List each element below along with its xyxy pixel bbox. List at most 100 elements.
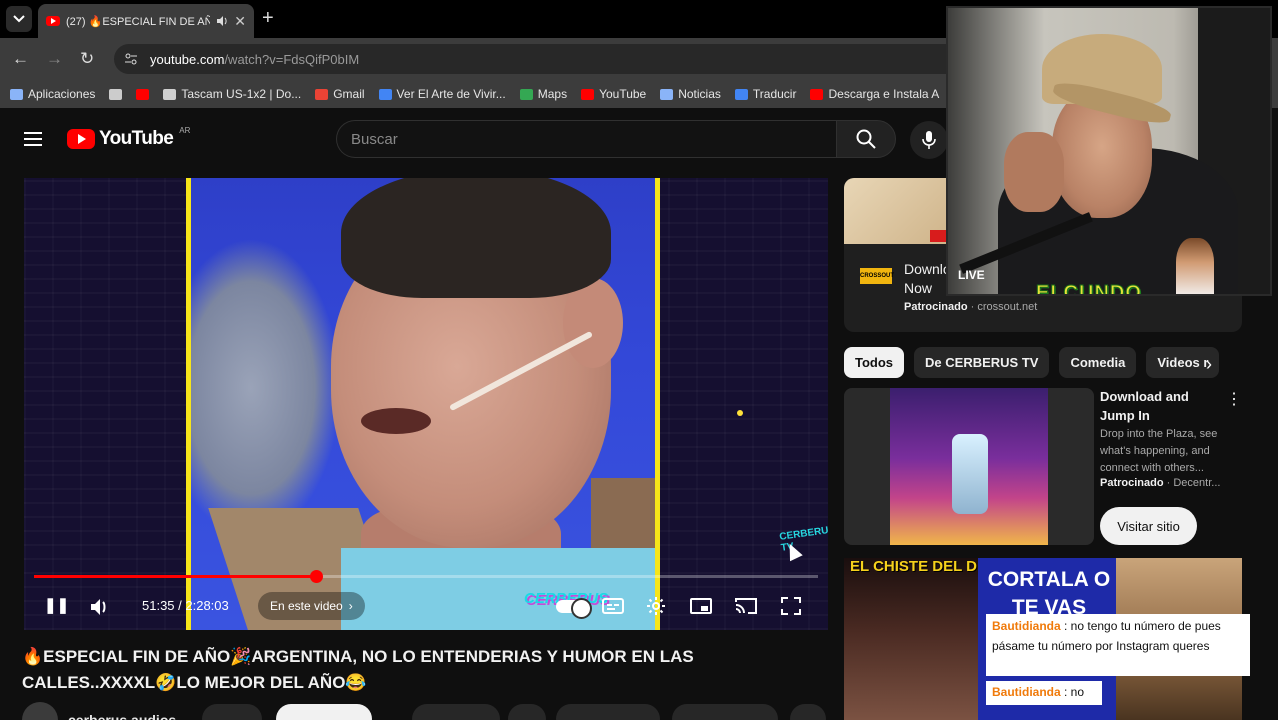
channel-row: cerberus audios (22, 702, 176, 720)
chat-text: : no (1064, 685, 1085, 699)
dislike-button[interactable] (508, 704, 546, 720)
bookmark-favicon-icon (10, 88, 23, 100)
logo-country: AR (179, 125, 191, 135)
bookmark-item[interactable]: Noticias (660, 87, 721, 101)
address-bar[interactable]: youtube.com/watch?v=FdsQifP0bIM (114, 44, 1014, 74)
streamer-name-tag: ELCUNDO (1036, 282, 1142, 296)
subtitles-icon[interactable] (602, 598, 624, 614)
youtube-favicon-icon (46, 16, 60, 26)
video-player[interactable]: CERBERUS TV ❚❚ 51:35 / 2:28:03 En este v… (24, 178, 828, 630)
ad-domain: crossout.net (977, 301, 1038, 313)
recommendation-description: Drop into the Plaza, see what's happenin… (1100, 428, 1218, 474)
player-controls: ❚❚ 51:35 / 2:28:03 En este video › CERBE… (24, 588, 828, 624)
bookmark-item[interactable]: Maps (519, 87, 567, 101)
recommendation-advertiser: Decentr... (1173, 477, 1221, 489)
youtube-logo[interactable]: YouTube AR (67, 125, 191, 150)
download-button[interactable] (672, 704, 778, 720)
search-button[interactable] (836, 120, 896, 158)
filter-chip[interactable]: Comedia (1059, 347, 1137, 378)
filter-chips: Todos De CERBERUS TV Comedia Videos r (844, 347, 1238, 379)
streamer-webcam: LIVE ELCUNDO (946, 6, 1272, 296)
search-icon (856, 129, 876, 149)
bookmark-item[interactable]: Gmail (315, 87, 365, 101)
recommendation-title[interactable]: Download and Jump In (1100, 387, 1210, 425)
more-actions-button[interactable] (790, 704, 826, 720)
subscribe-button[interactable] (276, 704, 372, 720)
light-dot (737, 410, 743, 416)
channel-avatar[interactable] (22, 702, 58, 720)
pause-icon[interactable]: ❚❚ (44, 596, 69, 616)
stream-chat-message: Bautidianda : no tengo tu número de pues… (986, 614, 1250, 676)
in-video-button[interactable]: En este video › (258, 592, 365, 620)
bookmark-item[interactable]: Tascam US-1x2 | Do... (163, 87, 301, 101)
bookmark-item[interactable]: Aplicaciones (10, 87, 95, 101)
bookmark-label: Traducir (752, 87, 797, 101)
filter-chip[interactable]: De CERBERUS TV (914, 347, 1050, 378)
tab-search-button[interactable] (6, 6, 32, 32)
volume-icon[interactable] (90, 598, 110, 616)
bookmark-item[interactable]: Descarga e Instala A (810, 87, 939, 101)
bookmark-label: Noticias (678, 87, 721, 101)
recommendation-sponsor-line: Patrocinado · Decentr... (1100, 477, 1221, 489)
bookmark-item[interactable] (109, 88, 123, 100)
stream-chat-message: Bautidianda : no (986, 681, 1102, 705)
live-badge: LIVE (958, 268, 985, 282)
cast-icon[interactable] (735, 598, 757, 614)
bookmark-label: Ver El Arte de Vivir... (396, 87, 506, 101)
share-button[interactable] (556, 704, 660, 720)
bookmark-item[interactable]: Ver El Arte de Vivir... (378, 87, 506, 101)
chevron-right-icon: › (348, 599, 353, 613)
youtube-play-logo-icon (67, 129, 95, 149)
menu-icon[interactable] (24, 132, 42, 150)
recommendation-sponsored-label: Patrocinado (1100, 477, 1164, 489)
bookmark-favicon-icon (581, 88, 595, 100)
bookmark-item[interactable] (136, 88, 150, 100)
hair (341, 178, 611, 298)
chevron-right-icon[interactable]: › (1206, 354, 1212, 375)
voice-search-button[interactable] (910, 121, 948, 159)
bookmark-label: Tascam US-1x2 | Do... (181, 87, 302, 101)
channel-name[interactable]: cerberus audios (68, 712, 176, 720)
bookmark-favicon-icon (378, 88, 392, 100)
miniplayer-icon[interactable] (690, 598, 712, 614)
bookmark-label: Aplicaciones (28, 87, 96, 101)
site-info-icon[interactable] (124, 53, 138, 65)
reload-icon[interactable]: ↻ (80, 49, 94, 69)
search-input[interactable]: Buscar (336, 120, 836, 158)
streamer-hand (1004, 132, 1064, 212)
forward-arrow-icon[interactable]: → (46, 49, 63, 69)
bookmark-favicon-icon (810, 88, 824, 100)
tab-title: (27) 🔥ESPECIAL FIN DE AÑ (66, 15, 211, 28)
bookmark-favicon-icon (734, 88, 748, 100)
advertiser-logo: CROSSOUT (860, 268, 894, 284)
action-button[interactable] (202, 704, 262, 720)
url-host: youtube.com (150, 51, 225, 67)
microphone-icon (922, 131, 936, 149)
fullscreen-icon[interactable] (781, 597, 801, 615)
browser-tab-active[interactable]: (27) 🔥ESPECIAL FIN DE AÑ ✕ (38, 4, 254, 38)
new-tab-button[interactable]: + (262, 8, 274, 28)
time-display: 51:35 / 2:28:03 (142, 598, 229, 613)
url-path: /watch?v=FdsQifP0bIM (224, 51, 360, 67)
progress-bar[interactable] (34, 570, 818, 583)
ad-title[interactable]: Download Now (904, 260, 966, 298)
filter-chip[interactable]: Todos (844, 347, 905, 378)
studio-light (191, 238, 341, 538)
autoplay-toggle[interactable] (556, 598, 592, 619)
settings-gear-icon[interactable] (646, 596, 666, 616)
in-video-label: En este video (270, 599, 343, 613)
game-scene (890, 388, 1048, 545)
like-button[interactable] (412, 704, 500, 720)
ad-sponsor-line: Patrocinado · crossout.net (904, 301, 1038, 313)
recommended-ad-thumbnail[interactable] (844, 388, 1094, 545)
back-arrow-icon[interactable]: ← (12, 49, 29, 69)
more-options-icon[interactable]: ⋮ (1226, 392, 1242, 408)
logo-text: YouTube (99, 128, 174, 149)
bookmark-item[interactable]: YouTube (581, 87, 646, 101)
bookmark-favicon-icon (519, 88, 533, 100)
tab-close-icon[interactable]: ✕ (234, 13, 246, 30)
mouth (361, 408, 431, 434)
visit-site-button[interactable]: Visitar sitio (1100, 507, 1197, 545)
bookmark-favicon-icon (315, 88, 329, 100)
bookmark-item[interactable]: Traducir (734, 87, 797, 101)
